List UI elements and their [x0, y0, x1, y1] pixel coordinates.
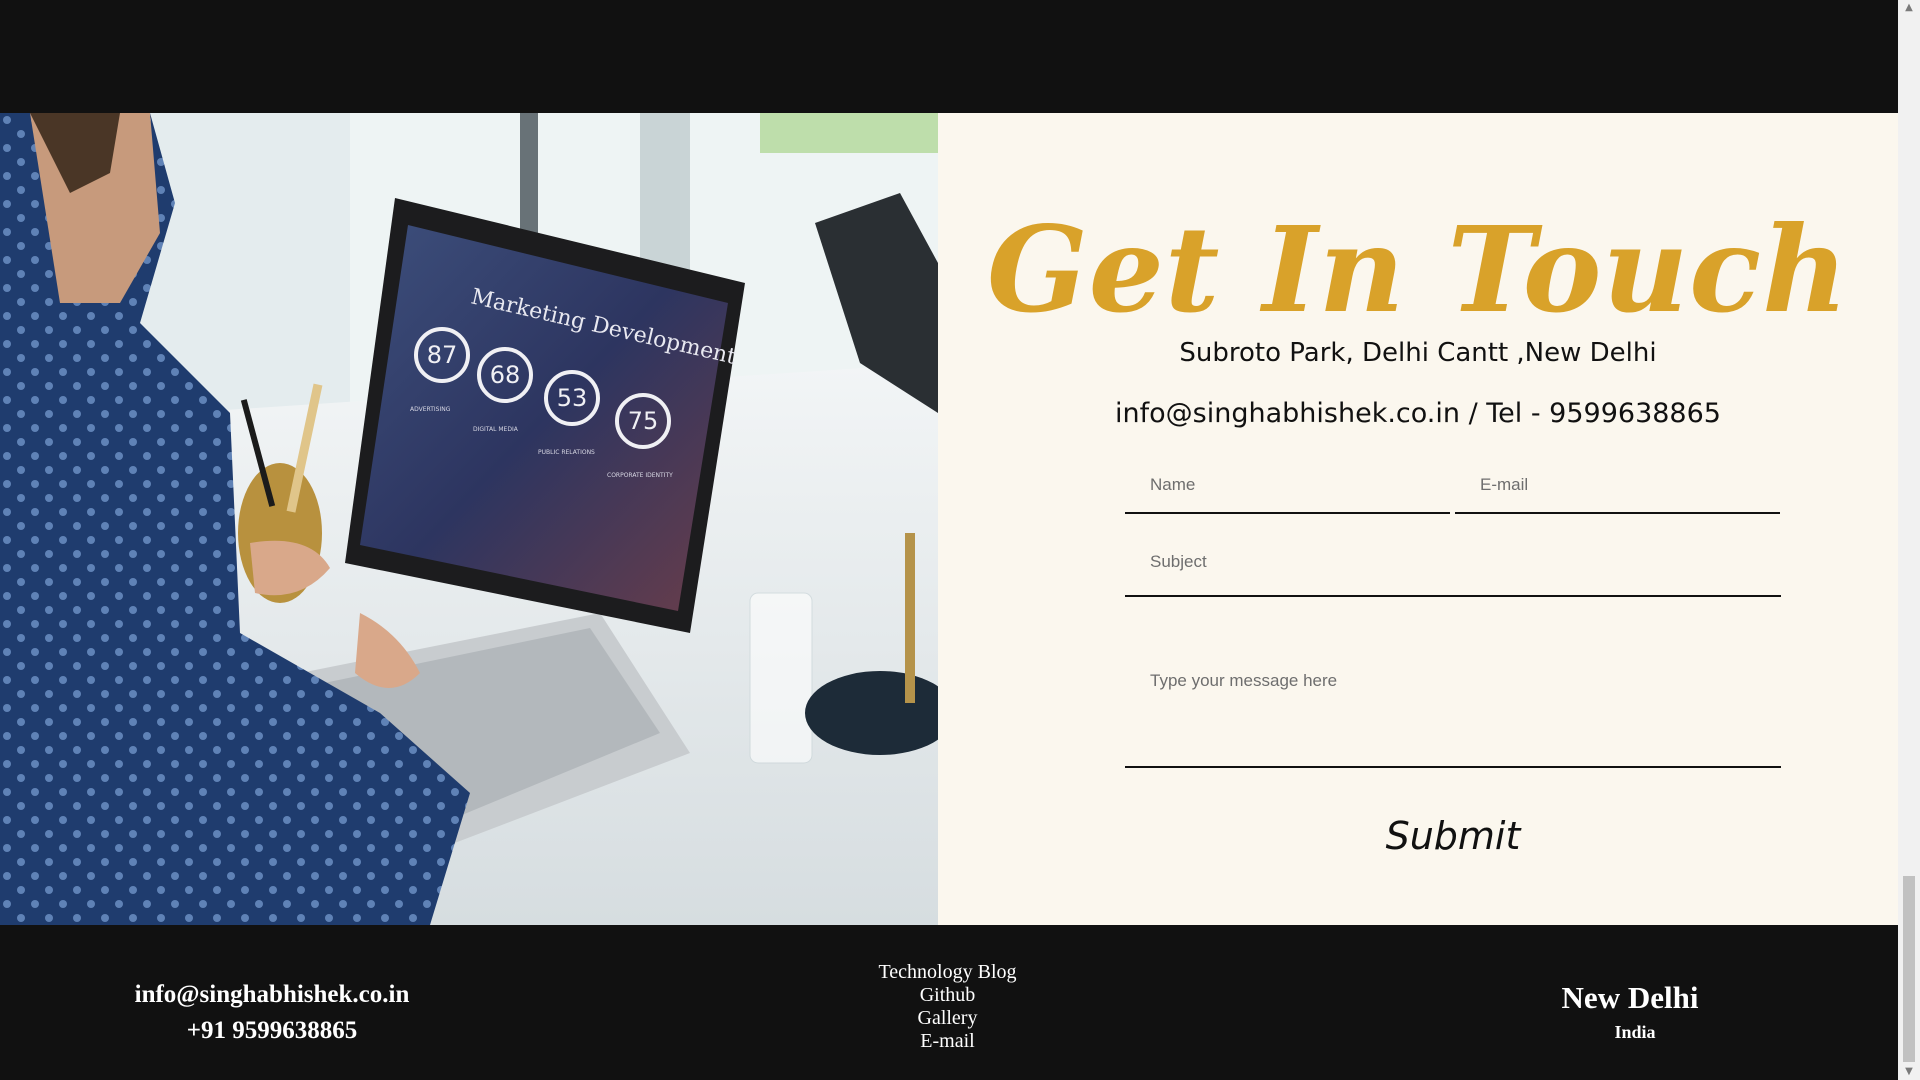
footer-country: India [1614, 1022, 1656, 1042]
scroll-down-arrow-icon[interactable]: ▼ [1898, 1064, 1920, 1080]
scrollbar-thumb[interactable] [1903, 876, 1915, 1062]
laptop-metric-caption-2: DIGITAL MEDIA [473, 426, 519, 433]
laptop-metric-4: 75 [628, 407, 659, 435]
contact-section: Get In Touch Subroto Park, Delhi Cantt ,… [938, 113, 1898, 925]
footer: info@singhabhishek.co.in +91 9599638865 … [0, 925, 1898, 1080]
office-scene-illustration: Marketing Development 87 68 53 75 ADVERT… [0, 113, 938, 925]
office-photo: Marketing Development 87 68 53 75 ADVERT… [0, 113, 938, 925]
footer-links: Technology Blog Github Gallery E-mail [800, 961, 1095, 1053]
footer-link-github[interactable]: Github [800, 984, 1095, 1007]
laptop-metric-caption-3: PUBLIC RELATIONS [538, 449, 595, 456]
footer-email[interactable]: info@singhabhishek.co.in [72, 977, 472, 1013]
laptop-metric-3: 53 [557, 384, 588, 412]
vertical-scrollbar[interactable]: ▲ ▼ [1898, 0, 1920, 1080]
scroll-up-arrow-icon[interactable]: ▲ [1898, 0, 1920, 16]
contact-heading: Get In Touch [987, 200, 1849, 339]
message-textarea[interactable] [1125, 643, 1781, 768]
laptop-metric-1: 87 [427, 341, 458, 369]
top-bar [0, 0, 1898, 113]
email-input[interactable] [1455, 458, 1780, 514]
name-input[interactable] [1125, 458, 1450, 514]
footer-link-email[interactable]: E-mail [800, 1030, 1095, 1053]
laptop-metric-caption-1: ADVERTISING [410, 406, 451, 413]
footer-link-gallery[interactable]: Gallery [800, 1007, 1095, 1030]
footer-contact: info@singhabhishek.co.in +91 9599638865 [72, 977, 472, 1049]
footer-city: New Delhi [1561, 980, 1699, 1015]
submit-button[interactable]: Submit [1238, 808, 1668, 863]
footer-phone[interactable]: +91 9599638865 [72, 1013, 472, 1049]
subject-input[interactable] [1125, 528, 1781, 597]
footer-link-technology-blog[interactable]: Technology Blog [800, 961, 1095, 984]
contact-address: Subroto Park, Delhi Cantt ,New Delhi [1179, 338, 1657, 368]
contact-email-phone: info@singhabhishek.co.in / Tel - 9599638… [1115, 398, 1721, 429]
laptop-metric-2: 68 [490, 361, 521, 389]
laptop-metric-caption-4: CORPORATE IDENTITY [607, 472, 673, 479]
